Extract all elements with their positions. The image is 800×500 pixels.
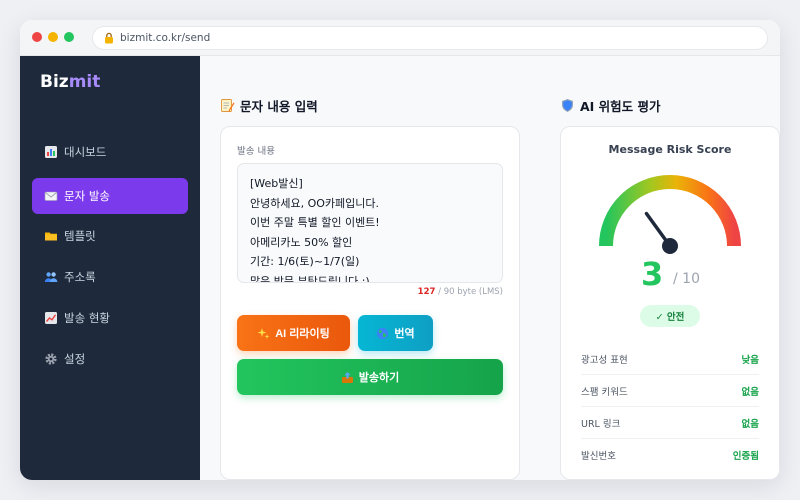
message-line: 안녕하세요, OO카페입니다.	[250, 196, 380, 210]
people-icon	[44, 272, 58, 282]
message-line: 많은 방문 부탁드립니다 :)	[250, 274, 370, 283]
sidebar-item-address-book[interactable]: 주소록	[32, 259, 188, 295]
compose-card: 발송 내용 [Web발신] 안녕하세요, OO카페입니다. 이번 주말 특별 할…	[220, 126, 520, 480]
memo-icon	[221, 99, 235, 112]
maximize-window-button[interactable]	[64, 32, 74, 42]
main-content: 문자 내용 입력 발송 내용 [Web발신] 안녕하세요, OO카페입니다. 이…	[200, 56, 780, 480]
risk-row-label: URL 링크	[581, 418, 621, 430]
risk-row-value: 낮음	[741, 354, 759, 366]
gauge-hub	[662, 238, 678, 254]
trend-icon	[45, 312, 57, 324]
risk-row: 발신번호 인증됨	[581, 439, 759, 471]
globe-icon	[377, 327, 389, 339]
risk-row-value: 없음	[741, 418, 759, 430]
risk-gauge	[599, 175, 741, 254]
sidebar-item-label: 템플릿	[64, 229, 96, 243]
sidebar-item-dashboard[interactable]: 대시보드	[32, 134, 188, 170]
risk-score-max: / 10	[673, 271, 700, 287]
sidebar-item-send-message[interactable]: 문자 발송	[32, 178, 188, 214]
minimize-window-button[interactable]	[48, 32, 58, 42]
sidebar-item-label: 주소록	[64, 270, 96, 284]
translate-label: 번역	[394, 328, 415, 340]
sidebar-item-templates[interactable]: 템플릿	[32, 218, 188, 254]
sidebar-item-settings[interactable]: 설정	[32, 341, 188, 377]
envelope-icon	[44, 191, 58, 201]
send-label: 발송하기	[358, 372, 400, 384]
gauge-title: Message Risk Score	[608, 143, 732, 156]
sidebar-item-label: 발송 현황	[64, 311, 110, 325]
message-line: 기간: 1/6(토)~1/7(일)	[250, 255, 360, 268]
logo-accent: mit	[68, 72, 101, 92]
send-button[interactable]: 발송하기	[237, 359, 503, 395]
sidebar-item-label: 대시보드	[64, 145, 107, 159]
ai-rewrite-button[interactable]: AI 리라이팅	[237, 315, 350, 351]
url-text: bizmit.co.kr/send	[120, 32, 211, 44]
gear-icon	[45, 353, 57, 365]
compose-section-title: 문자 내용 입력	[220, 96, 318, 115]
gauge-arc	[599, 175, 741, 247]
chart-icon	[45, 146, 57, 158]
close-window-button[interactable]	[32, 32, 42, 42]
risk-section-title: AI 위험도 평가	[560, 96, 661, 115]
byte-count-current: 127	[417, 287, 436, 297]
lock-icon	[105, 32, 113, 44]
risk-row-label: 광고성 표현	[581, 354, 628, 366]
risk-row-label: 발신번호	[581, 451, 616, 462]
folder-icon	[45, 232, 57, 241]
outbox-icon	[341, 371, 353, 383]
sidebar-item-label: 설정	[64, 352, 86, 366]
status-badge: ✓ 안전	[640, 305, 700, 327]
sidebar-item-send-status[interactable]: 발송 현황	[32, 300, 188, 336]
message-line: [Web발신]	[250, 177, 303, 190]
ai-rewrite-label: AI 리라이팅	[275, 328, 330, 340]
risk-row-value: 인증됨	[732, 451, 759, 462]
address-bar[interactable]: bizmit.co.kr/send	[92, 26, 768, 50]
risk-row: 광고성 표현 낮음	[581, 343, 759, 375]
browser-window: bizmit.co.kr/send Bizmit 대시보드 문자 발송 템플릿 …	[20, 20, 780, 480]
message-textarea[interactable]: [Web발신] 안녕하세요, OO카페입니다. 이번 주말 특별 할인 이벤트!…	[237, 163, 503, 283]
browser-titlebar: bizmit.co.kr/send	[20, 20, 780, 56]
risk-row: URL 링크 없음	[581, 407, 759, 439]
translate-button[interactable]: 번역	[358, 315, 433, 351]
risk-score: 3	[641, 255, 664, 293]
compose-title-text: 문자 내용 입력	[240, 99, 318, 114]
risk-card: Message Risk Score 3 / 10 ✓ 안전 광고성 표현 낮음…	[560, 126, 780, 480]
byte-counter: 127 / 90 byte (LMS)	[418, 287, 503, 297]
risk-row-value: 없음	[741, 386, 759, 398]
shield-icon	[562, 99, 573, 112]
message-line: 이번 주말 특별 할인 이벤트!	[250, 216, 380, 229]
risk-row-label: 스팸 키워드	[581, 386, 628, 398]
risk-title-text: AI 위험도 평가	[580, 99, 661, 114]
message-line: 아메리카노 50% 할인	[250, 235, 353, 249]
byte-count-limit: / 90 byte (LMS)	[435, 287, 503, 297]
sidebar: Bizmit 대시보드 문자 발송 템플릿 주소록 발송 현황 설정	[20, 56, 200, 480]
risk-row: 스팸 키워드 없음	[581, 375, 759, 407]
message-field-label: 발송 내용	[237, 146, 275, 157]
logo-main: Biz	[40, 72, 69, 92]
app-logo[interactable]: Bizmit	[40, 72, 100, 92]
sparkles-icon	[257, 327, 270, 339]
sidebar-item-label: 문자 발송	[64, 189, 110, 203]
